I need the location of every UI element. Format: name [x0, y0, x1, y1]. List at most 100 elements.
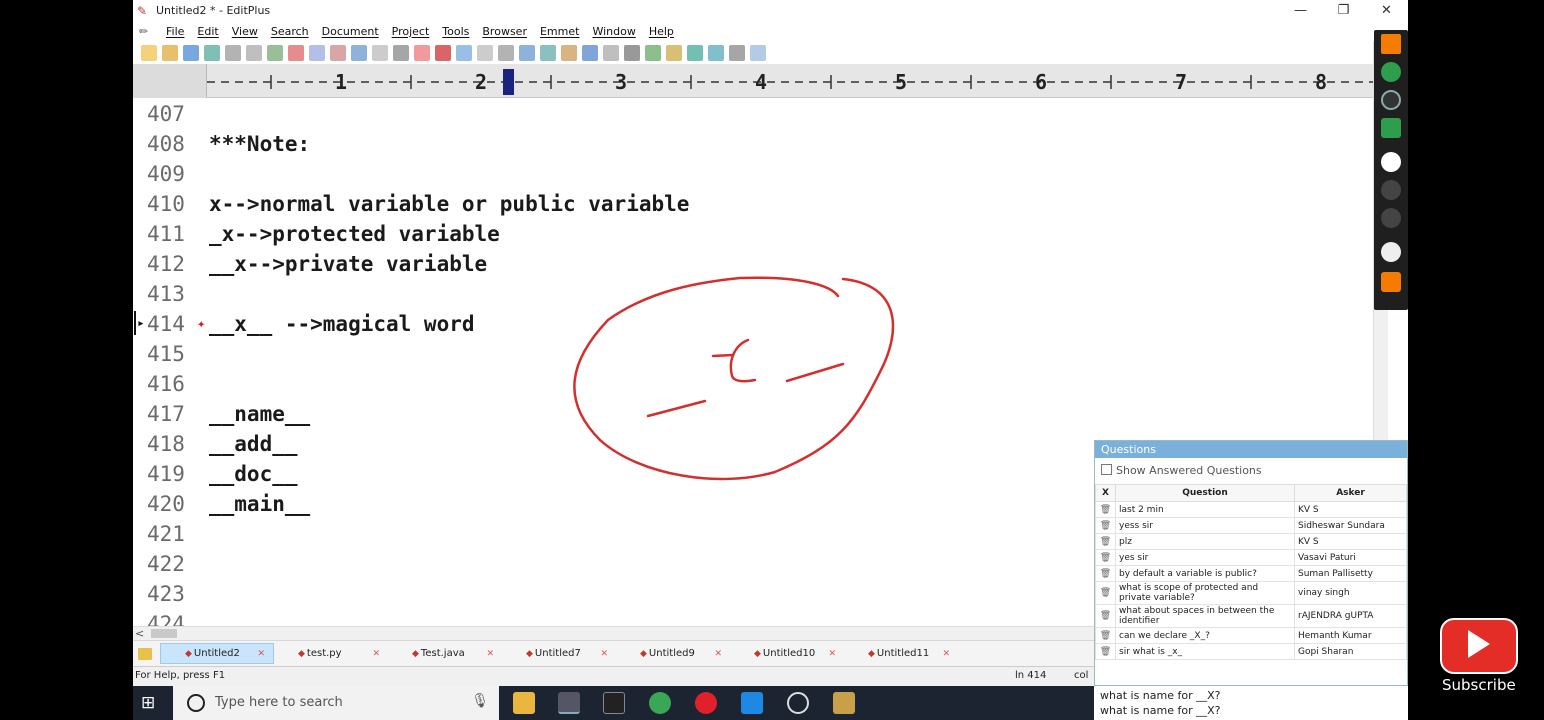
microphone-icon[interactable]: [1381, 62, 1401, 82]
delete-icon[interactable]: 🗑: [1095, 627, 1116, 644]
col-x[interactable]: X: [1095, 484, 1116, 502]
taskbar-search[interactable]: Type here to search 🎙: [173, 686, 499, 720]
editplus-task-icon[interactable]: [558, 692, 580, 714]
code-line[interactable]: 408 ***Note:: [133, 129, 1373, 159]
code-line[interactable]: 409: [133, 159, 1373, 189]
code-line[interactable]: 413: [133, 279, 1373, 309]
snowflake-app-icon[interactable]: [741, 692, 763, 714]
delete-icon[interactable]: 🗑: [1095, 604, 1116, 628]
toolbar-button-3-icon[interactable]: [183, 44, 199, 61]
question-row[interactable]: 🗑 plz KV S: [1095, 533, 1407, 550]
toolbar-button-21-icon[interactable]: [561, 44, 577, 61]
toolbar-button-24-icon[interactable]: [624, 44, 640, 61]
col-asker[interactable]: Asker: [1294, 484, 1407, 502]
checkbox-icon[interactable]: [1101, 464, 1112, 475]
file-tab[interactable]: ◆ Untitled10 ✕: [730, 643, 844, 664]
question-row[interactable]: 🗑 yess sir Sidheswar Sundara: [1095, 517, 1407, 534]
code-line[interactable]: 411 _x-->protected variable: [133, 219, 1373, 249]
camera-icon[interactable]: [1381, 90, 1401, 110]
tab-close-icon[interactable]: ✕: [714, 649, 722, 659]
show-answered-toggle[interactable]: Show Answered Questions: [1095, 458, 1407, 484]
file-tab[interactable]: ◆ Untitled7 ✕: [502, 643, 616, 664]
menu-window[interactable]: Window: [592, 25, 635, 38]
file-tab[interactable]: ◆ Untitled11 ✕: [844, 643, 958, 664]
delete-icon[interactable]: 🗑: [1095, 501, 1116, 518]
menu-edit[interactable]: Edit: [197, 25, 218, 38]
minimize-button[interactable]: —: [1279, 0, 1322, 21]
question-input[interactable]: what is name for __X? what is name for _…: [1094, 686, 1408, 720]
code-line[interactable]: 407: [133, 99, 1373, 129]
toolbar-button-4-icon[interactable]: [204, 44, 220, 61]
toolbar-button-30-icon[interactable]: [750, 44, 766, 61]
toolbar-button-5-icon[interactable]: [225, 44, 241, 61]
toolbar-button-28-icon[interactable]: [708, 44, 724, 61]
toolbar-button-9-icon[interactable]: [309, 44, 325, 61]
toolbar-button-15-icon[interactable]: [435, 44, 451, 61]
toolbar-button-17-icon[interactable]: [477, 44, 493, 61]
question-row[interactable]: 🗑 sir what is _x_ Gopi Sharan: [1095, 643, 1407, 660]
toolbar-button-1-icon[interactable]: [141, 44, 157, 61]
menu-document[interactable]: Document: [322, 25, 379, 38]
toolbar-button-29-icon[interactable]: [729, 44, 745, 61]
delete-icon[interactable]: 🗑: [1095, 517, 1116, 534]
delete-icon[interactable]: 🗑: [1095, 533, 1116, 550]
tab-close-icon[interactable]: ✕: [257, 649, 265, 659]
code-line[interactable]: 414 __x__ -->magical word ▸ ✦: [133, 309, 1373, 339]
toolbar-button-22-icon[interactable]: [582, 44, 598, 61]
tab-close-icon[interactable]: ✕: [942, 649, 950, 659]
toolbar-button-23-icon[interactable]: [603, 44, 619, 61]
menu-tools[interactable]: Tools: [442, 25, 469, 38]
tab-close-icon[interactable]: ✕: [486, 649, 494, 659]
toolbar-button-10-icon[interactable]: [330, 44, 346, 61]
scroll-left-icon[interactable]: <: [135, 627, 144, 640]
toolbar-button-27-icon[interactable]: [687, 44, 703, 61]
toolbar-button-19-icon[interactable]: [519, 44, 535, 61]
app-icon[interactable]: [833, 692, 855, 714]
close-button[interactable]: ✕: [1365, 0, 1408, 21]
windows-start-icon[interactable]: ⊞: [141, 693, 163, 713]
question-row[interactable]: 🗑 what is scope of protected and private …: [1095, 581, 1407, 605]
collapse-arrow-icon[interactable]: [1381, 34, 1401, 54]
toolbar-button-16-icon[interactable]: [456, 44, 472, 61]
hand-icon[interactable]: [1381, 272, 1401, 292]
microphone-icon[interactable]: 🎙: [471, 693, 489, 709]
toolbar-button-7-icon[interactable]: [267, 44, 283, 61]
tab-close-icon[interactable]: ✕: [828, 649, 836, 659]
pause-icon[interactable]: [1381, 152, 1401, 172]
toolbar-button-6-icon[interactable]: [246, 44, 262, 61]
file-tab[interactable]: ◆ Test.java ✕: [388, 643, 502, 664]
toolbar-button-12-icon[interactable]: [372, 44, 388, 61]
terminal-icon[interactable]: [603, 692, 625, 714]
code-line[interactable]: 415: [133, 339, 1373, 369]
question-row[interactable]: 🗑 yes sir Vasavi Paturi: [1095, 549, 1407, 566]
delete-icon[interactable]: 🗑: [1095, 643, 1116, 660]
menu-view[interactable]: View: [232, 25, 258, 38]
toolbar-button-2-icon[interactable]: [162, 44, 178, 61]
toolbar-button-8-icon[interactable]: [288, 44, 304, 61]
delete-icon[interactable]: 🗑: [1095, 549, 1116, 566]
question-row[interactable]: 🗑 can we declare _X_? Hemanth Kumar: [1095, 627, 1407, 644]
toolbar-button-25-icon[interactable]: [645, 44, 661, 61]
file-tab[interactable]: ◆ Untitled2 ✕: [160, 643, 274, 664]
question-row[interactable]: 🗑 last 2 min KV S: [1095, 501, 1407, 518]
minus-icon[interactable]: [1381, 208, 1401, 228]
code-line[interactable]: 412 __x-->private variable: [133, 249, 1373, 279]
toolbar-button-18-icon[interactable]: [498, 44, 514, 61]
delete-icon[interactable]: 🗑: [1095, 565, 1116, 582]
pen-tool-icon[interactable]: [1381, 242, 1401, 262]
scroll-thumb[interactable]: [151, 629, 177, 638]
subscribe-button[interactable]: Subscribe: [1436, 616, 1524, 696]
folder-icon[interactable]: [138, 647, 152, 660]
delete-icon[interactable]: 🗑: [1095, 581, 1116, 605]
opera-icon[interactable]: [695, 692, 717, 714]
file-tab[interactable]: ◆ test.py ✕: [274, 643, 388, 664]
col-question[interactable]: Question: [1115, 484, 1295, 502]
menu-project[interactable]: Project: [392, 25, 430, 38]
file-tab[interactable]: ◆ Untitled9 ✕: [616, 643, 730, 664]
chrome-icon[interactable]: [649, 692, 671, 714]
question-row[interactable]: 🗑 what about spaces in between the identi…: [1095, 604, 1407, 628]
menu-browser[interactable]: Browser: [482, 25, 527, 38]
code-line[interactable]: 416: [133, 369, 1373, 399]
menu-emmet[interactable]: Emmet: [540, 25, 579, 38]
screen-share-icon[interactable]: [1381, 118, 1401, 138]
